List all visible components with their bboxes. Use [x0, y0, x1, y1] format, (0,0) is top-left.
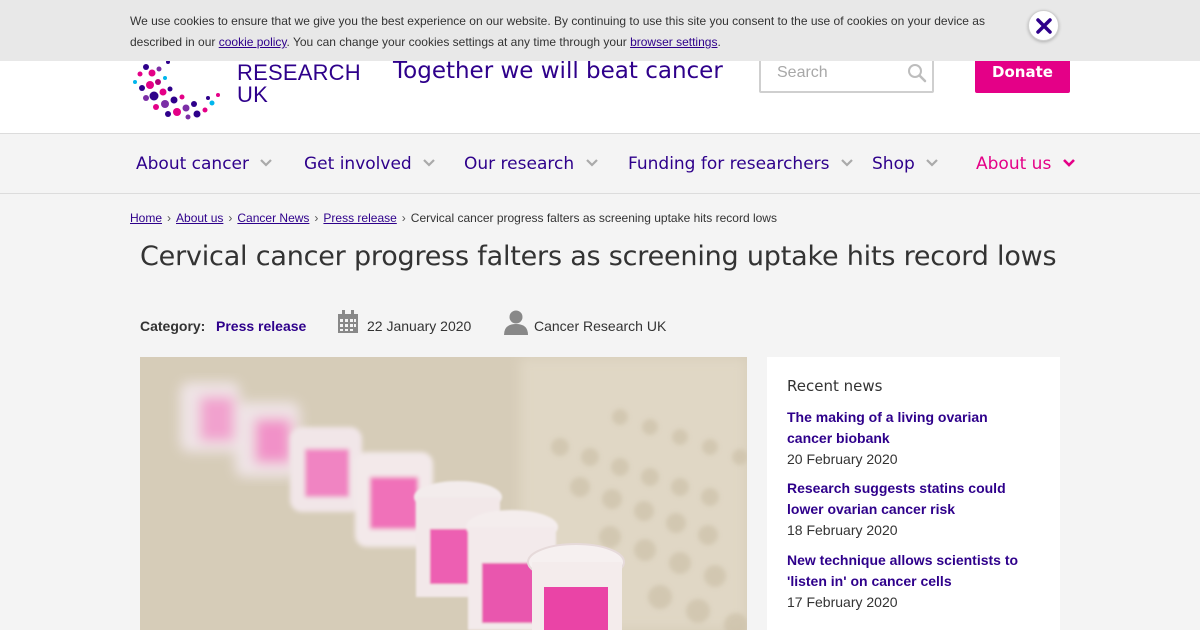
browser-settings-link[interactable]: browser settings [630, 35, 717, 49]
news-date: 17 February 2020 [787, 594, 898, 610]
close-icon [1036, 18, 1052, 34]
logo-wordmark: RESEARCH UK [237, 62, 361, 106]
breadcrumb-about-us[interactable]: About us [176, 211, 223, 225]
news-link[interactable]: New technique allows scientists to 'list… [787, 550, 1047, 592]
news-title-line: Research suggests statins could [787, 480, 1006, 496]
news-date: 20 February 2020 [787, 451, 898, 467]
news-title-line: The making of a living ovarian [787, 409, 988, 425]
nav-item-about-us[interactable]: About us [976, 154, 1075, 174]
article-date: 22 January 2020 [367, 318, 472, 334]
news-link[interactable]: The making of a living ovarian cancer bi… [787, 407, 1047, 449]
breadcrumb-home[interactable]: Home [130, 211, 162, 225]
cookie-close-button[interactable] [1028, 10, 1059, 41]
lab-tubes-illustration [140, 357, 747, 630]
breadcrumb-separator: › [167, 211, 172, 225]
news-link[interactable]: Research suggests statins could lower ov… [787, 478, 1047, 520]
article-author: Cancer Research UK [534, 318, 667, 334]
chevron-down-icon [260, 159, 273, 167]
chevron-down-icon [423, 159, 435, 167]
user-icon [504, 310, 528, 335]
chevron-down-icon [585, 159, 598, 167]
news-date: 18 February 2020 [787, 522, 898, 538]
main-nav: About cancer Get involved Our research F… [0, 134, 1200, 194]
search-icon[interactable] [906, 62, 928, 84]
cookie-text-2: . You can change your cookies settings a… [286, 35, 631, 49]
breadcrumb-separator: › [401, 211, 406, 225]
breadcrumb: Home › About us › Cancer News › Press release ›… [130, 211, 777, 225]
cookie-text-3: . [717, 35, 721, 49]
site-tagline: Together we will beat cancer [393, 58, 723, 84]
breadcrumb-press-release[interactable]: Press release [323, 211, 396, 225]
cookie-policy-link[interactable]: cookie policy [219, 35, 287, 49]
news-title-line: New technique allows scientists to [787, 552, 1019, 568]
nav-item-about-cancer[interactable]: About cancer [136, 154, 273, 174]
category-link[interactable]: Press release [216, 318, 306, 334]
category-label: Category: [140, 318, 206, 334]
nav-item-shop[interactable]: Shop [872, 154, 938, 174]
nav-item-our-research[interactable]: Our research [464, 154, 598, 174]
chevron-down-icon [1062, 159, 1075, 167]
breadcrumb-separator: › [314, 211, 319, 225]
logo-line-research: RESEARCH [237, 60, 361, 85]
chevron-down-icon [926, 159, 938, 167]
news-title-line: cancer biobank [787, 430, 890, 446]
breadcrumb-separator: › [228, 211, 233, 225]
search-input[interactable] [767, 58, 907, 87]
breadcrumb-cancer-news[interactable]: Cancer News [237, 211, 309, 225]
nav-item-get-involved[interactable]: Get involved [304, 154, 435, 174]
nav-item-label: Funding for researchers [628, 154, 830, 174]
nav-item-label: About cancer [136, 154, 249, 174]
recent-news-panel: Recent news The making of a living ovari… [767, 357, 1060, 630]
nav-item-label: Get involved [304, 154, 412, 174]
calendar-icon [338, 310, 358, 333]
nav-item-funding-for-researchers[interactable]: Funding for researchers [628, 154, 853, 174]
list-item: New technique allows scientists to 'list… [787, 550, 1047, 613]
article-hero-image [140, 357, 747, 630]
list-item: The making of a living ovarian cancer bi… [787, 407, 1047, 470]
logo-line-uk: UK [237, 82, 268, 107]
nav-item-label: About us [976, 154, 1052, 174]
cookie-message: We use cookies to ensure that we give yo… [130, 11, 1010, 53]
nav-item-label: Our research [464, 154, 575, 174]
page-title: Cervical cancer progress falters as scre… [140, 241, 1057, 272]
recent-news-title: Recent news [787, 377, 883, 395]
cookie-banner: We use cookies to ensure that we give yo… [0, 0, 1200, 61]
list-item: Research suggests statins could lower ov… [787, 478, 1047, 541]
news-title-line: 'listen in' on cancer cells [787, 573, 952, 589]
news-title-line: lower ovarian cancer risk [787, 501, 956, 517]
chevron-down-icon [841, 159, 853, 167]
nav-item-label: Shop [872, 154, 915, 174]
breadcrumb-current: Cervical cancer progress falters as scre… [410, 211, 777, 225]
